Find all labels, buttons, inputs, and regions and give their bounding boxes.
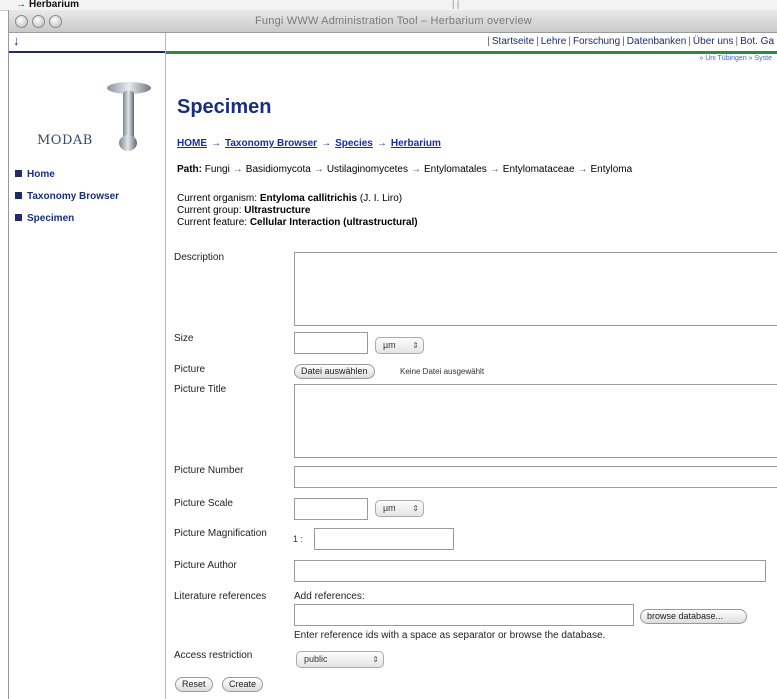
picture-title-textarea[interactable] — [294, 384, 777, 458]
description-label: Description — [174, 252, 225, 263]
square-bullet-icon — [15, 192, 22, 199]
download-arrow-icon[interactable]: ↓ — [13, 33, 20, 48]
square-bullet-icon — [15, 170, 22, 177]
size-unit-select[interactable]: µm ⇕ — [375, 337, 424, 354]
file-status-text: Keine Datei ausgewählt — [400, 367, 485, 376]
access-restriction-label: Access restriction — [174, 650, 253, 661]
references-input[interactable] — [294, 604, 634, 626]
description-textarea[interactable] — [294, 252, 777, 326]
mushroom-logo-icon — [107, 82, 151, 151]
choose-file-button[interactable]: Datei auswählen — [294, 364, 375, 379]
modab-logo-text: MODAB — [37, 133, 93, 148]
breadcrumb-home[interactable]: HOME — [177, 138, 207, 149]
current-organism: Current organism: Entyloma callitrichis … — [177, 193, 403, 204]
updown-arrows-icon: ⇕ — [412, 504, 419, 513]
picture-author-input[interactable] — [294, 560, 766, 582]
picture-author-label: Picture Author — [174, 560, 237, 571]
picture-number-label: Picture Number — [174, 465, 244, 476]
nav-link-bot-garten[interactable]: Bot. Ga — [740, 36, 774, 47]
sidebar-item-specimen[interactable]: Specimen — [15, 213, 74, 224]
nav-link-lehre[interactable]: Lehre — [541, 36, 567, 47]
sidebar: ↓ MODAB Home Taxonomy Browser Specimen — [9, 33, 166, 699]
reset-button[interactable]: Reset — [175, 677, 213, 692]
literature-references-label: Literature references — [174, 591, 267, 602]
nav-link-datenbanken[interactable]: Datenbanken — [627, 36, 687, 47]
sidebar-item-home[interactable]: Home — [15, 169, 55, 180]
updown-arrows-icon: ⇕ — [412, 341, 419, 350]
create-button[interactable]: Create — [222, 677, 264, 692]
picture-label: Picture — [174, 364, 206, 375]
taxonomy-path: Path: Fungi → Basidiomycota → Ustilaginomyce… — [177, 164, 633, 175]
size-input[interactable] — [294, 332, 368, 354]
references-hint: Enter reference ids with a space as sepa… — [294, 630, 606, 641]
picture-magnification-input[interactable] — [314, 528, 454, 550]
browser-window: Fungi WWW Administration Tool – Herbariu… — [8, 10, 777, 699]
current-feature: Current feature: Cellular Interaction (u… — [177, 217, 418, 228]
nav-link-ueber-uns[interactable]: Über uns — [693, 36, 734, 47]
page-title: Specimen — [177, 96, 272, 118]
sidebar-item-taxonomy-browser[interactable]: Taxonomy Browser — [15, 191, 119, 202]
square-bullet-icon — [15, 214, 22, 221]
breadcrumb-herbarium[interactable]: Herbarium — [391, 138, 441, 149]
sidebar-topbar: ↓ — [9, 33, 165, 53]
picture-scale-unit-select[interactable]: µm ⇕ — [375, 500, 424, 517]
breadcrumb: HOME → Taxonomy Browser → Species → Herbarium — [177, 138, 441, 149]
nav-link-startseite[interactable]: Startseite — [492, 36, 534, 47]
breadcrumb-taxonomy-browser[interactable]: Taxonomy Browser — [225, 138, 317, 149]
picture-scale-label: Picture Scale — [174, 498, 233, 509]
picture-number-input[interactable] — [294, 466, 777, 488]
picture-title-label: Picture Title — [174, 384, 227, 395]
access-restriction-select[interactable]: public ⇕ — [296, 651, 384, 668]
picture-scale-input[interactable] — [294, 498, 368, 520]
background-mini-label: | | — [452, 0, 460, 9]
updown-arrows-icon: ⇕ — [372, 655, 379, 664]
window-title: Fungi WWW Administration Tool – Herbariu… — [255, 15, 532, 27]
browse-database-button[interactable]: browse database... — [640, 609, 747, 624]
nav-link-forschung[interactable]: Forschung — [573, 36, 620, 47]
window-titlebar: Fungi WWW Administration Tool – Herbariu… — [9, 10, 777, 33]
current-group: Current group: Ultrastructure — [177, 205, 311, 216]
breadcrumb-species[interactable]: Species — [335, 138, 373, 149]
background-breadcrumb: → Herbarium — [16, 0, 80, 10]
top-navigation: | Startseite | Lehre | Forschung | Datenbanken |… — [166, 33, 777, 54]
size-label: Size — [174, 333, 194, 344]
top-nav-links: | Startseite | Lehre | Forschung | Datenbanken |… — [487, 36, 774, 47]
add-references-label: Add references: — [294, 591, 365, 602]
sub-links[interactable]: » Uni Tübingen » Syste — [699, 55, 772, 62]
magnification-prefix: 1 : — [293, 534, 304, 544]
picture-magnification-label: Picture Magnification — [174, 528, 267, 539]
